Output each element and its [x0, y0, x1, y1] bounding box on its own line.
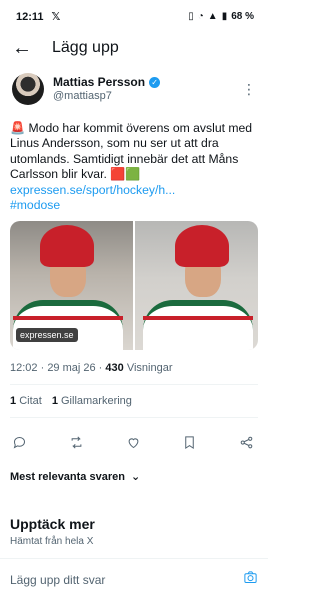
reply-sort-dropdown[interactable]: Mest relevanta svaren ⌄	[0, 454, 268, 484]
camera-icon[interactable]	[243, 570, 258, 590]
wifi-icon: ◔	[197, 11, 204, 22]
action-bar	[0, 418, 268, 454]
post-time: 12:02	[10, 362, 38, 375]
status-time: 12:11	[16, 10, 44, 23]
quotes-stat[interactable]: 1 Citat	[10, 395, 42, 407]
status-bar: 12:11 𝕏 ▯ ◔ ▲ ▮ 68 %	[0, 0, 268, 33]
likes-stat[interactable]: 1 Gillamarkering	[52, 395, 132, 407]
helmet-shape	[40, 225, 94, 268]
discover-title: Upptäck mer	[10, 516, 95, 532]
post-link[interactable]: expressen.se/sport/hockey/h...	[10, 183, 175, 197]
post-hashtag[interactable]: #modose	[10, 198, 60, 212]
views-label: Visningar	[126, 362, 173, 375]
post-meta: 12:02 · 29 maj 26 · 430 Visningar	[10, 362, 173, 375]
x-app-icon: 𝕏	[51, 11, 61, 23]
engagement-stats: 1 Citat 1 Gillamarkering	[10, 385, 258, 407]
post-body: 🚨 Modo har kommit överens om avslut med …	[10, 121, 253, 182]
bookmark-icon[interactable]	[182, 435, 197, 450]
avatar[interactable]	[12, 73, 44, 105]
more-options-icon[interactable]: ⋮	[242, 81, 256, 98]
author-name[interactable]: Mattias Persson	[53, 75, 145, 89]
discover-section: Upptäck mer Hämtat från hela X	[0, 516, 268, 547]
battery-level: 68 %	[231, 11, 254, 22]
top-bar: ← Lägg upp	[0, 33, 268, 63]
signal-icon: ▲	[207, 11, 218, 22]
battery-icon: ▮	[221, 11, 228, 22]
media-source-badge[interactable]: expressen.se	[16, 328, 78, 343]
arrow-left-icon[interactable]: ←	[12, 38, 40, 58]
author-handle[interactable]: @mattiasp7	[53, 89, 242, 103]
sort-label: Mest relevanta svaren	[10, 470, 125, 483]
post: Mattias Persson ✓ @mattiasp7 ⋮ 🚨 Modo ha…	[0, 73, 268, 419]
post-date: 29 maj 26	[47, 362, 96, 375]
page-title: Lägg upp	[52, 39, 119, 56]
post-author: Mattias Persson ✓ @mattiasp7 ⋮	[10, 73, 258, 105]
jersey-shape	[13, 300, 123, 351]
share-icon[interactable]	[239, 435, 254, 450]
post-text: 🚨 Modo har kommit överens om avslut med …	[10, 121, 258, 213]
chevron-down-icon: ⌄	[130, 471, 141, 484]
player-photo-2[interactable]	[135, 221, 258, 351]
views-count: 430	[105, 362, 124, 375]
repost-icon[interactable]	[69, 435, 84, 450]
reply-composer: Lägg upp ditt svar	[0, 558, 268, 600]
vibrate-icon: ▯	[188, 11, 194, 22]
jersey-shape	[143, 300, 253, 351]
discover-subtitle: Hämtat från hela X	[10, 536, 94, 547]
reply-input[interactable]: Lägg upp ditt svar	[10, 573, 105, 587]
like-icon[interactable]	[126, 435, 141, 450]
helmet-shape	[175, 225, 229, 268]
reply-icon[interactable]	[12, 435, 27, 450]
player-photo-1[interactable]: expressen.se	[10, 221, 133, 351]
post-media: expressen.se	[10, 221, 258, 351]
verified-badge-icon: ✓	[149, 76, 161, 88]
